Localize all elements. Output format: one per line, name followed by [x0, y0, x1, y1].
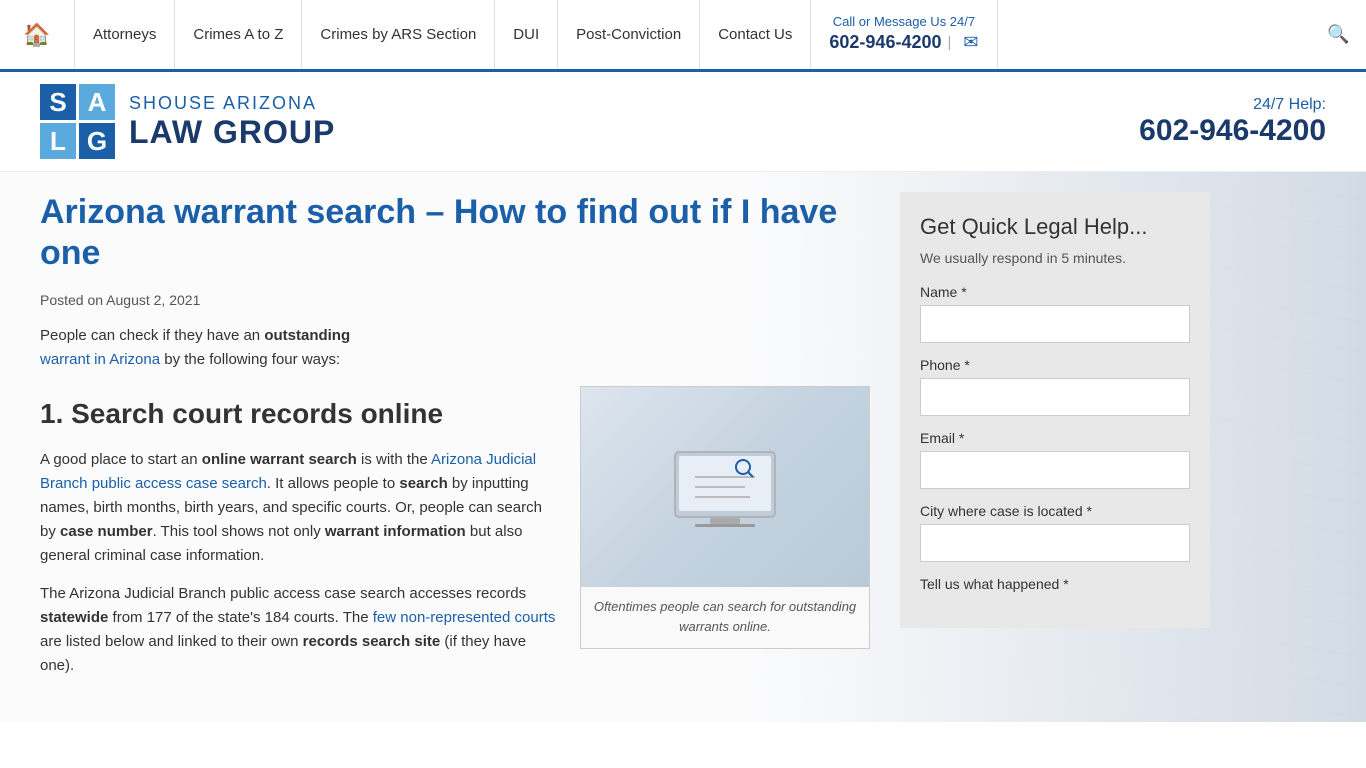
home-icon: 🏠 — [23, 22, 50, 48]
nav-crimes-az[interactable]: Crimes A to Z — [175, 0, 302, 69]
nav-post-conviction-label: Post-Conviction — [576, 26, 681, 43]
nav-contact[interactable]: Contact Us — [700, 0, 811, 69]
article-column: Arizona warrant search – How to find out… — [40, 192, 870, 692]
logo[interactable]: S A L G SHOUSE ARIZONA LAW GROUP — [40, 84, 335, 159]
header-phone-block[interactable]: 24/7 Help: 602-946-4200 — [1139, 96, 1326, 148]
outstanding-bold: outstanding — [264, 327, 350, 344]
phone-label: Phone * — [920, 357, 1190, 373]
email-input[interactable] — [920, 451, 1190, 489]
article-title: Arizona warrant search – How to find out… — [40, 192, 870, 274]
main-content: Arizona warrant search – How to find out… — [0, 172, 1366, 722]
image-area — [581, 387, 869, 587]
tell-us-group: Tell us what happened * — [920, 576, 1190, 592]
logo-bottom-text: LAW GROUP — [129, 114, 335, 151]
logo-top-text: SHOUSE ARIZONA — [129, 93, 335, 114]
nav-dui-label: DUI — [513, 26, 539, 43]
nav-attorneys-label: Attorneys — [93, 26, 156, 43]
main-nav: 🏠 Attorneys Crimes A to Z Crimes by ARS … — [0, 0, 1366, 72]
email-group: Email * — [920, 430, 1190, 489]
computer-illustration — [665, 442, 785, 532]
name-input[interactable] — [920, 305, 1190, 343]
sidebar: Get Quick Legal Help... We usually respo… — [900, 192, 1210, 692]
header-help-label: 24/7 Help: — [1139, 96, 1326, 114]
hero-wrapper: Arizona warrant search – How to find out… — [0, 172, 1366, 722]
statewide-bold: statewide — [40, 609, 108, 626]
article-image: Oftentimes people can search for outstan… — [580, 386, 870, 650]
intro-paragraph: People can check if they have an outstan… — [40, 324, 870, 372]
phone-input[interactable] — [920, 378, 1190, 416]
sidebar-title: Get Quick Legal Help... — [920, 214, 1190, 240]
phone-group: Phone * — [920, 357, 1190, 416]
logo-text: SHOUSE ARIZONA LAW GROUP — [129, 93, 335, 151]
respond-text: We usually respond in 5 minutes. — [920, 250, 1190, 266]
case-number-bold: case number — [60, 523, 153, 540]
image-caption: Oftentimes people can search for outstan… — [581, 587, 869, 649]
non-represented-link[interactable]: few non-represented courts — [373, 609, 556, 626]
article-body: People can check if they have an outstan… — [40, 324, 870, 679]
online-search-bold: online warrant search — [202, 451, 357, 468]
nav-dui[interactable]: DUI — [495, 0, 558, 69]
envelope-icon[interactable] — [957, 31, 978, 54]
city-label: City where case is located * — [920, 503, 1190, 519]
nav-search-button[interactable]: 🔍 — [1311, 0, 1366, 69]
nav-divider: | — [948, 33, 952, 53]
nav-contact-label: Contact Us — [718, 26, 792, 43]
logo-grid: S A L G — [40, 84, 115, 159]
nav-phone-number: 602-946-4200 — [829, 31, 941, 54]
logo-a: A — [79, 84, 115, 120]
city-input[interactable] — [920, 524, 1190, 562]
site-header: S A L G SHOUSE ARIZONA LAW GROUP 24/7 He… — [0, 72, 1366, 172]
nav-attorneys[interactable]: Attorneys — [75, 0, 175, 69]
nav-home[interactable]: 🏠 — [0, 0, 75, 69]
logo-l: L — [40, 123, 76, 159]
sidebar-box: Get Quick Legal Help... We usually respo… — [900, 192, 1210, 628]
nav-post-conviction[interactable]: Post-Conviction — [558, 0, 700, 69]
header-phone-number: 602-946-4200 — [1139, 114, 1326, 148]
nav-crimes-ars-label: Crimes by ARS Section — [320, 26, 476, 43]
logo-g: G — [79, 123, 115, 159]
nav-crimes-az-label: Crimes A to Z — [193, 26, 283, 43]
search-bold: search — [399, 475, 447, 492]
nav-phone-block[interactable]: Call or Message Us 24/7 602-946-4200 | — [811, 0, 997, 69]
nav-call-label: Call or Message Us 24/7 — [833, 14, 975, 31]
nav-crimes-ars[interactable]: Crimes by ARS Section — [302, 0, 495, 69]
warrant-link[interactable]: warrant in Arizona — [40, 351, 160, 368]
city-group: City where case is located * — [920, 503, 1190, 562]
posted-date: Posted on August 2, 2021 — [40, 292, 870, 308]
records-search-bold: records search site — [303, 633, 441, 650]
logo-s: S — [40, 84, 76, 120]
name-group: Name * — [920, 284, 1190, 343]
name-label: Name * — [920, 284, 1190, 300]
email-label: Email * — [920, 430, 1190, 446]
warrant-info-bold: warrant information — [325, 523, 466, 540]
tell-us-label: Tell us what happened * — [920, 576, 1190, 592]
search-icon: 🔍 — [1327, 24, 1349, 45]
